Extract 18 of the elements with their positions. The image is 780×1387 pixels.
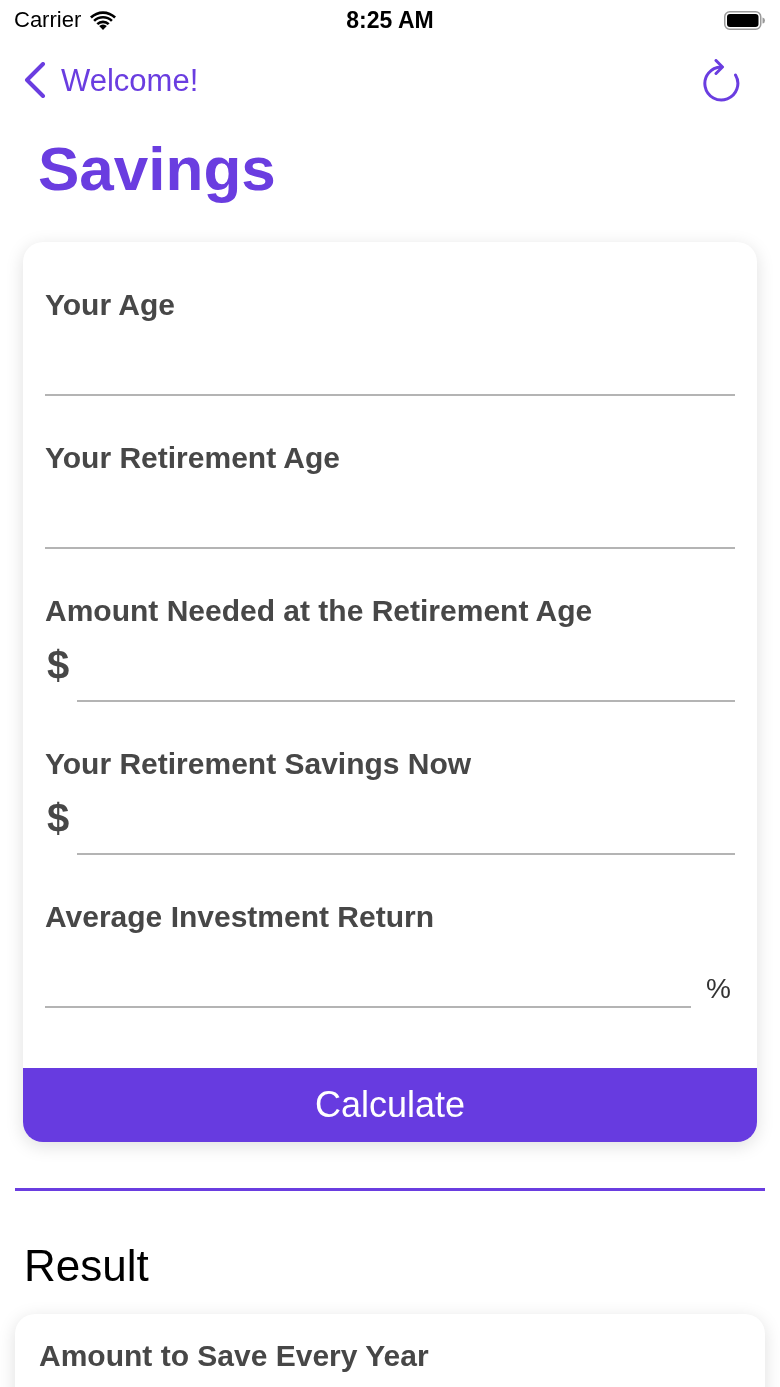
result-label: Amount to Save Every Year [39, 1341, 429, 1371]
field-label: Average Investment Return [45, 901, 434, 933]
currency-symbol: $ [47, 798, 70, 838]
field-label: Your Retirement Age [45, 442, 341, 474]
field-label: Amount Needed at the Retirement Age [45, 595, 593, 627]
battery-icon [724, 10, 765, 30]
currency-symbol: $ [47, 645, 70, 685]
carrier-label: Carrier [14, 9, 82, 31]
refresh-icon[interactable] [702, 58, 742, 102]
wifi-icon [90, 10, 117, 30]
calculate-button[interactable]: Calculate [23, 1068, 757, 1142]
back-button[interactable]: Welcome! [24, 62, 199, 98]
result-heading: Result [24, 1244, 149, 1288]
field-label: Your Retirement Savings Now [45, 748, 472, 780]
status-time: 8:25 AM [346, 8, 434, 32]
chevron-left-icon [24, 62, 46, 98]
percent-symbol: % [706, 975, 731, 1003]
field-label: Your Age [45, 289, 175, 321]
